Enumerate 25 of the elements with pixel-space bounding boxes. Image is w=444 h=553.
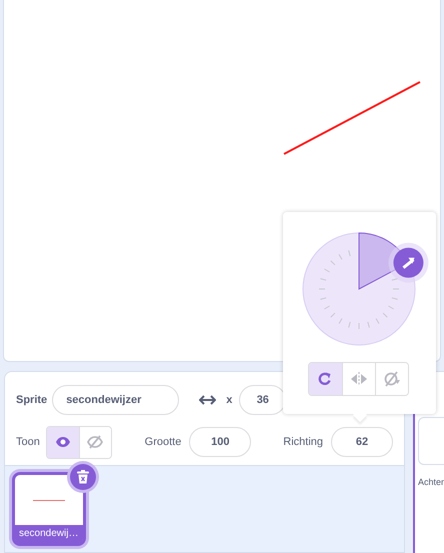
direction-field[interactable]: 62: [331, 427, 393, 457]
horizontal-arrows-icon: [199, 395, 216, 405]
hide-button[interactable]: [78, 426, 111, 458]
eye-slash-icon: [87, 434, 104, 450]
no-rotate-icon: [382, 370, 400, 388]
show-button[interactable]: [46, 426, 79, 458]
trash-icon: [77, 470, 89, 484]
dont-rotate-button[interactable]: [374, 363, 408, 395]
rotate-all-around-button[interactable]: [308, 363, 342, 395]
size-field[interactable]: 100: [189, 427, 252, 457]
direction-handle[interactable]: [388, 242, 428, 283]
sprite-name-field[interactable]: secondewijzer: [52, 385, 180, 415]
eye-icon: [54, 436, 71, 448]
x-label: x: [226, 394, 232, 406]
sprite-name: secondewij…: [15, 525, 83, 543]
rotate-icon: [317, 371, 333, 387]
backdrops-label: Achter: [418, 477, 444, 487]
backdrop-thumbnail[interactable]: [418, 417, 444, 465]
direction-label: Richting: [283, 436, 324, 448]
size-label: Grootte: [144, 436, 182, 448]
show-label: Toon: [16, 436, 40, 448]
sprite-tile[interactable]: secondewij…: [12, 472, 86, 546]
sprite-label: Sprite: [16, 394, 48, 406]
delete-button[interactable]: [70, 464, 96, 490]
flip-icon: [350, 372, 368, 386]
